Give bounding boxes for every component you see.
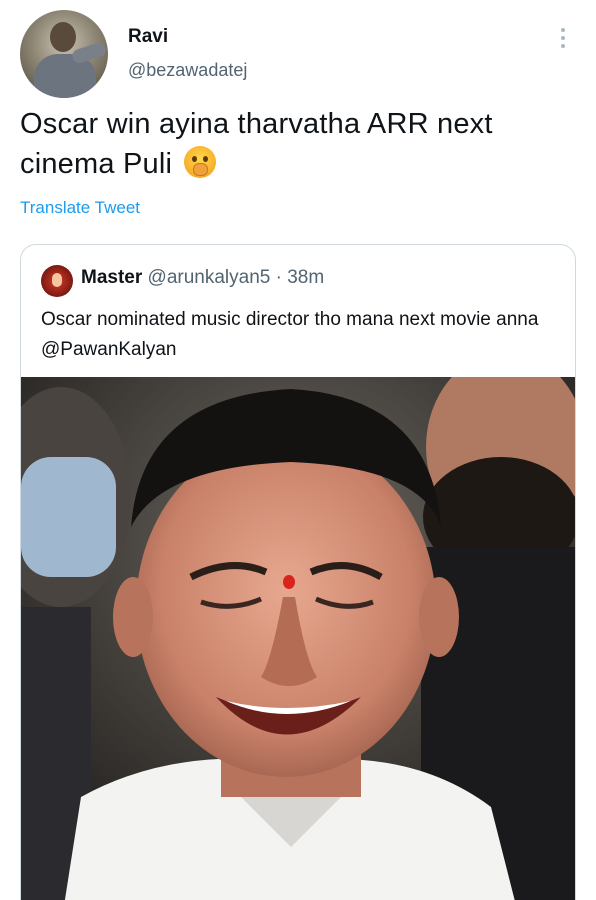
quoted-tweet-text: Oscar nominated music director tho mana … xyxy=(41,309,539,360)
separator-dot: · xyxy=(275,267,282,288)
quoted-author-handle[interactable]: @arunkalyan5 xyxy=(148,267,271,288)
quoted-author-name[interactable]: Master xyxy=(81,267,142,288)
hand-over-mouth-emoji-icon xyxy=(184,146,217,178)
tweet-header: Ravi @bezawadatej xyxy=(20,8,576,100)
author-display-name[interactable]: Ravi xyxy=(128,26,168,48)
quoted-tweet-header: Master @arunkalyan5 · 38m xyxy=(81,267,324,289)
author-handle[interactable]: @bezawadatej xyxy=(128,60,247,81)
translate-tweet-link[interactable]: Translate Tweet xyxy=(20,198,140,218)
quoted-tweet-timestamp[interactable]: 38m xyxy=(287,267,324,288)
avatar-figure-head xyxy=(50,22,76,52)
quoted-tweet-photo[interactable] xyxy=(21,377,575,900)
tweet-text: Oscar win ayina tharvatha ARR next cinem… xyxy=(20,108,493,180)
tweet-body: Oscar win ayina tharvatha ARR next cinem… xyxy=(20,104,576,184)
more-vertical-icon[interactable] xyxy=(554,26,572,52)
quoted-tweet-card[interactable]: Master @arunkalyan5 · 38m Oscar nominate… xyxy=(20,244,576,900)
quoted-author-avatar[interactable] xyxy=(41,265,73,297)
author-avatar[interactable] xyxy=(20,10,108,98)
